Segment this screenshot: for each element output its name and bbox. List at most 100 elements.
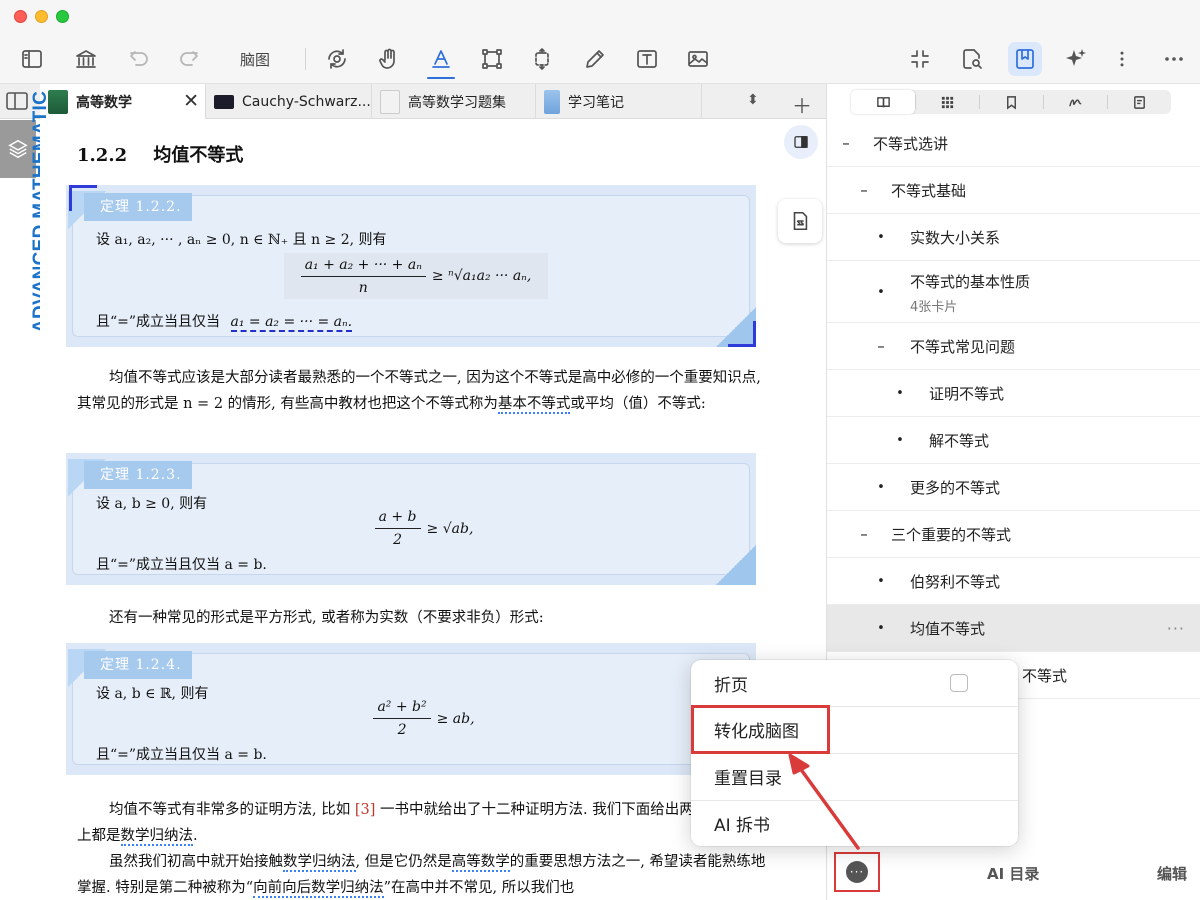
term-link[interactable]: 高等数学 bbox=[451, 854, 510, 872]
outline-item-label: 三个重要的不等式 bbox=[891, 525, 1012, 544]
outline-tree: – 不等式选讲 – 不等式基础 • 实数大小关系 • 不等式的基本性质 4张卡片… bbox=[827, 120, 1200, 699]
document-search-icon[interactable] bbox=[958, 42, 986, 76]
tab-gaodeng-shuxue[interactable]: 高等数学 ✕ bbox=[40, 84, 206, 120]
outline-item-label: 不等式选讲 bbox=[873, 134, 949, 153]
term-link[interactable]: 数学归纳法 bbox=[120, 828, 193, 846]
menu-item-fold-page[interactable]: 折页 bbox=[691, 660, 1018, 706]
paragraph: 虽然我们初高中就开始接触数学归纳法, 但是它仍然是高等数学的重要思想方法之一, … bbox=[77, 854, 766, 898]
outline-item-selected[interactable]: • 均值不等式 ··· bbox=[827, 605, 1200, 652]
outline-item-label: 均值不等式 bbox=[910, 619, 986, 638]
split-view-icon[interactable] bbox=[6, 91, 28, 111]
close-tab-icon[interactable]: ✕ bbox=[183, 90, 199, 112]
collapse-dash-icon[interactable]: – bbox=[857, 525, 871, 543]
outline-item[interactable]: – 三个重要的不等式 bbox=[827, 511, 1200, 558]
outline-item-label: 不等式的基本性质 bbox=[910, 273, 1031, 291]
seg-grid-icon[interactable] bbox=[915, 90, 979, 114]
outline-item[interactable]: • 证明不等式 bbox=[827, 370, 1200, 417]
outline-panel-icon[interactable] bbox=[1008, 42, 1042, 76]
page-notes-icon[interactable] bbox=[778, 199, 822, 243]
menu-item-label: 折页 bbox=[714, 675, 748, 696]
edit-button[interactable]: 编辑 bbox=[1157, 863, 1187, 884]
collapse-dash-icon[interactable]: – bbox=[857, 181, 871, 199]
collapse-dash-icon[interactable]: – bbox=[839, 134, 853, 152]
tab-study-notes[interactable]: 学习笔记 bbox=[536, 84, 702, 119]
zoom-window-button[interactable] bbox=[56, 10, 69, 23]
outline-item-label: 实数大小关系 bbox=[910, 228, 1001, 247]
outline-item[interactable]: – 不等式选讲 bbox=[827, 120, 1200, 167]
theorem-statement: 设 a, b ∈ ℝ, 则有 bbox=[96, 686, 209, 702]
term-link[interactable]: 基本不等式 bbox=[497, 396, 571, 414]
outline-item[interactable]: • 更多的不等式 bbox=[827, 464, 1200, 511]
hand-tool-icon[interactable] bbox=[376, 42, 402, 76]
outline-item[interactable]: – 不等式常见问题 bbox=[827, 323, 1200, 370]
outline-item-label: 证明不等式 bbox=[929, 384, 1005, 403]
redo-icon[interactable] bbox=[176, 42, 202, 76]
image-tool-icon[interactable] bbox=[684, 42, 712, 76]
fit-collapse-icon[interactable] bbox=[906, 42, 934, 76]
term-link[interactable]: 向前向后数学归纳法 bbox=[253, 880, 384, 898]
outline-item-label: 不等式 bbox=[1022, 666, 1068, 685]
sidebar-panel-icon[interactable] bbox=[18, 42, 46, 76]
bullet-icon: • bbox=[896, 432, 904, 448]
theorem-formula: a² + b² 2 ≥ ab, bbox=[364, 699, 484, 738]
undo-icon[interactable] bbox=[126, 42, 152, 76]
theorem-statement: 设 a₁, a₂, ··· , aₙ ≥ 0, n ∈ ℕ₊ 且 n ≥ 2, … bbox=[96, 232, 387, 248]
ai-sparkle-icon[interactable] bbox=[1062, 42, 1090, 76]
theorem-equality-condition: 且“=”成立当且仅当 a = b. bbox=[96, 747, 267, 763]
item-more-icon[interactable]: ··· bbox=[1167, 619, 1185, 638]
tab-exercise-book[interactable]: 高等数学习题集 bbox=[372, 84, 536, 119]
library-icon[interactable] bbox=[72, 42, 100, 76]
document-tab-bar: 高等数学 ✕ Cauchy-Schwarz... 高等数学习题集 学习笔记 ⬍ … bbox=[0, 84, 826, 120]
toggle-sidebar-icon[interactable] bbox=[784, 125, 818, 159]
theorem-box[interactable]: 定理 1.2.2. 设 a₁, a₂, ··· , aₙ ≥ 0, n ∈ ℕ₊… bbox=[66, 185, 756, 347]
vertical-more-icon[interactable] bbox=[1112, 42, 1132, 76]
rectangle-select-icon[interactable] bbox=[478, 42, 506, 76]
outline-item[interactable]: • 实数大小关系 bbox=[827, 214, 1200, 261]
tab-sort-icon[interactable]: ⬍ bbox=[747, 92, 759, 108]
menu-item-label: AI 拆书 bbox=[714, 816, 771, 836]
seg-outline-icon[interactable] bbox=[851, 90, 915, 114]
close-window-button[interactable] bbox=[14, 10, 27, 23]
menu-item-ai-split-book[interactable]: AI 拆书 bbox=[691, 800, 1018, 846]
menu-item-reset-toc[interactable]: 重置目录 bbox=[691, 753, 1018, 799]
tab-label: 高等数学 bbox=[76, 95, 132, 111]
add-tab-icon[interactable]: ＋ bbox=[792, 90, 812, 119]
crop-expand-icon[interactable] bbox=[528, 42, 556, 76]
outline-item-label: 不等式常见问题 bbox=[910, 337, 1016, 356]
bullet-icon: • bbox=[877, 285, 885, 300]
text-highlight-tool-icon[interactable] bbox=[425, 42, 457, 79]
highlighted-math[interactable]: a₁ = a₂ = ··· = aₙ. bbox=[230, 314, 353, 332]
outline-item[interactable]: – 不等式基础 bbox=[827, 167, 1200, 214]
horizontal-more-icon[interactable] bbox=[1160, 42, 1188, 76]
sync-settings-icon[interactable] bbox=[322, 42, 352, 76]
theorem-box[interactable]: 定理 1.2.4. 设 a, b ∈ ℝ, 则有 a² + b² 2 ≥ ab, … bbox=[66, 643, 756, 775]
section-title: 均值不等式 bbox=[153, 145, 244, 166]
outline-item[interactable]: • 不等式的基本性质 4张卡片 bbox=[827, 261, 1200, 323]
panel-view-switcher bbox=[851, 90, 1171, 114]
fold-checkbox[interactable] bbox=[950, 674, 968, 692]
outline-item[interactable]: • 伯努利不等式 bbox=[827, 558, 1200, 605]
tab-cauchy-schwarz[interactable]: Cauchy-Schwarz... bbox=[206, 84, 372, 119]
minimize-window-button[interactable] bbox=[35, 10, 48, 23]
ai-toc-button[interactable]: AI 目录 bbox=[987, 863, 1039, 884]
book-thumbnail-icon bbox=[380, 89, 400, 114]
seg-bookmark-icon[interactable] bbox=[979, 90, 1043, 114]
seg-handwriting-icon[interactable] bbox=[1043, 90, 1107, 114]
bullet-icon: • bbox=[877, 229, 885, 245]
citation-link[interactable]: [3] bbox=[355, 802, 376, 818]
mindmap-button[interactable]: 脑图 bbox=[232, 42, 278, 76]
text-box-tool-icon[interactable] bbox=[633, 42, 661, 76]
collapse-dash-icon[interactable]: – bbox=[874, 337, 888, 355]
outline-item[interactable]: • 解不等式 bbox=[827, 417, 1200, 464]
theorem-label: 定理 1.2.2. bbox=[84, 193, 192, 221]
section-heading: 1.2.2 均值不等式 bbox=[77, 141, 243, 167]
pen-tool-icon[interactable] bbox=[582, 42, 608, 76]
selection-bracket-top-left bbox=[69, 185, 97, 211]
term-link[interactable]: 数学归纳法 bbox=[283, 854, 356, 872]
theorem-box[interactable]: 定理 1.2.3. 设 a, b ≥ 0, 则有 a + b2 ≥ √ab, 且… bbox=[66, 453, 756, 585]
menu-item-label: 重置目录 bbox=[714, 769, 782, 789]
outline-footer: ··· AI 目录 编辑 bbox=[827, 846, 1200, 900]
theorem-formula: a + b2 ≥ √ab, bbox=[364, 509, 484, 548]
seg-notes-icon[interactable] bbox=[1107, 90, 1171, 114]
outline-more-button[interactable]: ··· bbox=[834, 852, 880, 892]
